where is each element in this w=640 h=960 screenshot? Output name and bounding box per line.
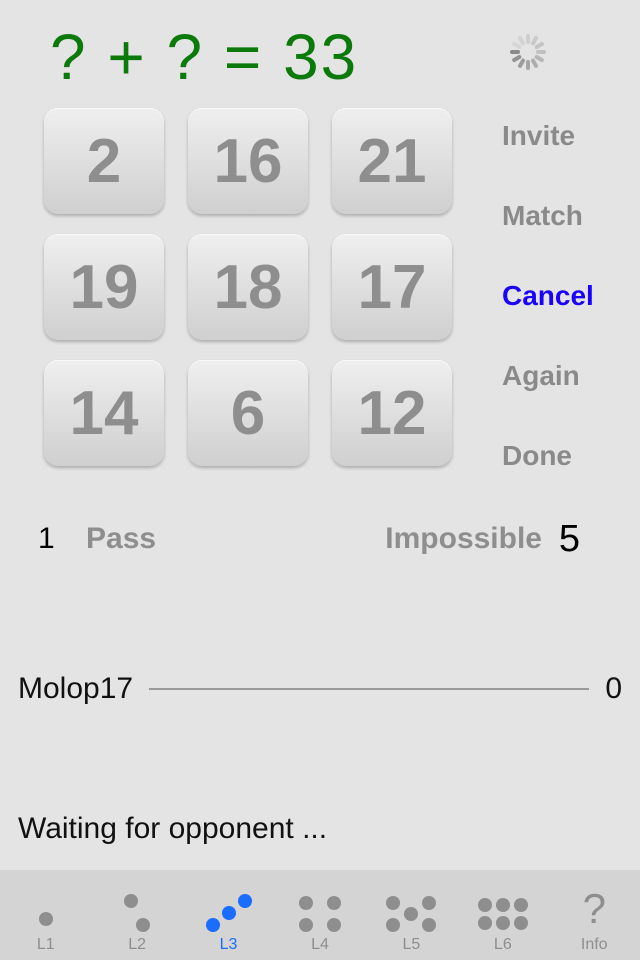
tile-8[interactable]: 12 [332,360,452,466]
tile-2[interactable]: 21 [332,108,452,214]
loading-spinner-icon [510,34,546,70]
cancel-button[interactable]: Cancel [502,280,594,312]
tile-6[interactable]: 14 [44,360,164,466]
tile-7[interactable]: 6 [188,360,308,466]
tile-1[interactable]: 16 [188,108,308,214]
tab-label: L1 [37,936,55,954]
progress-bar [149,688,589,690]
tab-l3[interactable]: L3 [183,870,274,960]
tile-4[interactable]: 18 [188,234,308,340]
tab-l2[interactable]: L2 [91,870,182,960]
tab-bar: L1 L2 L3 L4 L5 [0,870,640,960]
tab-label: L2 [128,936,146,954]
tab-l6[interactable]: L6 [457,870,548,960]
tab-label: Info [581,936,608,954]
player-row: Molop17 0 [18,672,622,706]
tab-label: L3 [220,936,238,954]
player-score: 0 [605,672,622,706]
tile-5[interactable]: 17 [332,234,452,340]
l4-icon [285,884,355,934]
player-name: Molop17 [18,672,133,706]
tab-label: L6 [494,936,512,954]
equation: ? + ? = 33 [50,20,358,94]
l3-icon [194,884,264,934]
side-menu: Invite Match Cancel Again Done [502,120,594,472]
invite-button[interactable]: Invite [502,120,594,152]
pass-button[interactable]: Pass [86,522,156,556]
tile-3[interactable]: 19 [44,234,164,340]
l6-icon [468,884,538,934]
tab-label: L5 [403,936,421,954]
tab-l4[interactable]: L4 [274,870,365,960]
impossible-button[interactable]: Impossible [385,522,542,556]
tab-label: L4 [311,936,329,954]
tile-0[interactable]: 2 [44,108,164,214]
question-mark-icon: ? [583,884,606,934]
match-button[interactable]: Match [502,200,594,232]
l5-icon [376,884,446,934]
controls-row: 1 Pass Impossible 5 [38,522,604,556]
l2-icon [102,884,172,934]
tab-info[interactable]: ? Info [549,870,640,960]
done-button[interactable]: Done [502,440,594,472]
right-counter: 5 [559,518,580,561]
status-text: Waiting for opponent ... [18,812,327,846]
again-button[interactable]: Again [502,360,594,392]
tab-l5[interactable]: L5 [366,870,457,960]
left-counter: 1 [38,522,86,556]
tab-l1[interactable]: L1 [0,870,91,960]
number-grid: 2 16 21 19 18 17 14 6 12 [44,108,454,466]
l1-icon [11,884,81,934]
